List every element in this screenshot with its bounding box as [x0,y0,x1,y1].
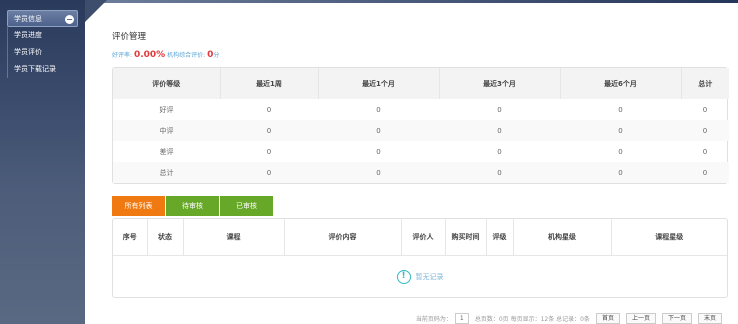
stats-cell: 0 [497,105,502,114]
sidebar-item-label: 学员评价 [14,48,42,56]
list-header: 序号 [113,219,148,256]
stats-cell: 0 [560,162,681,183]
list-header: 购买时间 [445,219,487,256]
last-page-button[interactable]: 末页 [697,313,722,324]
corner-decoration [85,0,107,22]
stats-row: 中评 0 0 0 0 0 [113,120,729,141]
list-header: 机构星级 [513,219,612,256]
list-header: 状态 [147,219,184,256]
sidebar-item-student-downloads[interactable]: 学员下载记录 [7,61,78,78]
review-list-table: 序号 状态 课程 评价内容 评价人 购买时间 评级 机构星级 课程星级 [113,219,727,256]
top-bar [85,0,738,3]
org-score-label: 机构综合评价: [167,52,206,59]
prev-page-button[interactable]: 上一页 [625,313,656,324]
list-header: 课程星级 [611,219,727,256]
stats-row: 总计 0 0 0 0 0 [113,162,729,183]
pagination: 当前页码为： 1 总页数：0页 每页显示：12条 总记录：0条 首页 上一页 下… [416,313,722,324]
stats-cell: 0 [220,162,318,183]
sidebar-item-label: 学员下载记录 [14,65,56,73]
stats-table: 评价等级 最近1周 最近1个月 最近3个月 最近6个月 总计 好评 0 0 0 … [113,68,729,183]
sidebar-item-label: 学员信息 [14,15,42,23]
stats-cell: 0 [376,105,381,114]
sidebar-item-student-info[interactable]: 学员信息 − [7,10,78,27]
stats-cell: 0 [318,162,439,183]
page-number-input[interactable]: 1 [454,313,469,324]
current-page-label: 当前页码为： [415,316,452,323]
stats-row: 好评 0 0 0 0 0 [113,99,729,120]
stats-cell: 中评 [113,120,220,141]
stats-cell: 0 [439,162,560,183]
collapse-icon[interactable]: − [65,15,74,24]
stats-cell: 总计 [113,162,220,183]
empty-state: ! 暂无记录 [113,256,727,298]
stats-header: 最近1周 [220,68,319,99]
stats-header: 评价等级 [113,68,221,99]
exclamation-icon: ! [396,269,411,284]
empty-text: 暂无记录 [415,272,444,281]
sidebar-item-student-progress[interactable]: 学员进度 [7,27,78,44]
stats-cell: 0 [618,147,623,156]
pager-info: 总页数：0页 每页显示：12条 总记录：0条 [474,316,590,323]
review-summary: 好评率: 0.00% 机构综合评价: 0分 [112,50,728,60]
good-rate-label: 好评率: [112,52,133,59]
good-rate-value: 0.00% [133,50,166,60]
list-header: 评价人 [401,219,446,256]
stats-cell: 0 [681,120,729,141]
stats-cell: 0 [266,147,272,156]
stats-cell: 0 [618,105,623,114]
stats-cell: 好评 [159,105,174,114]
stats-row: 差评 0 0 0 0 0 [113,141,729,162]
tab-all[interactable]: 所有列表 [112,196,166,216]
stats-cell: 0 [220,120,318,141]
first-page-button[interactable]: 首页 [595,313,620,324]
stats-cell: 0 [681,162,729,183]
stats-cell: 0 [376,147,381,156]
sidebar-item-label: 学员进度 [14,31,42,39]
stats-cell: 差评 [159,147,174,156]
stats-cell: 0 [560,120,681,141]
stats-panel: 评价等级 最近1周 最近1个月 最近3个月 最近6个月 总计 好评 0 0 0 … [112,67,729,184]
stats-header: 最近1个月 [318,68,440,99]
stats-cell: 0 [439,120,560,141]
tab-pending[interactable]: 待审核 [166,196,220,216]
stats-header-row: 评价等级 最近1周 最近1个月 最近3个月 最近6个月 总计 [113,68,729,99]
stats-header: 最近3个月 [439,68,561,99]
list-header: 评价内容 [284,219,402,256]
stats-cell: 0 [497,147,502,156]
sidebar-item-student-review[interactable]: 学员评价 [7,44,78,61]
stats-header: 总计 [681,68,729,99]
main-content: 评价管理 好评率: 0.00% 机构综合评价: 0分 评价等级 最近1周 最近1… [112,30,729,298]
stats-header: 最近6个月 [560,68,682,99]
org-score-unit: 分 [213,52,220,59]
tab-reviewed[interactable]: 已审核 [220,196,274,216]
next-page-button[interactable]: 下一页 [661,313,692,324]
stats-cell: 0 [702,105,708,114]
sidebar: 学员信息 − 学员进度 学员评价 学员下载记录 [0,0,85,324]
list-header: 评级 [486,219,514,256]
stats-cell: 0 [702,147,708,156]
list-header: 课程 [183,219,285,256]
stats-cell: 0 [266,105,272,114]
sidebar-menu: 学员信息 − 学员进度 学员评价 学员下载记录 [7,10,78,78]
filter-tabs: 所有列表 待审核 已审核 [112,196,728,216]
review-list-panel: 序号 状态 课程 评价内容 评价人 购买时间 评级 机构星级 课程星级 ! 暂无… [112,218,728,298]
stats-cell: 0 [318,120,439,141]
list-header-row: 序号 状态 课程 评价内容 评价人 购买时间 评级 机构星级 课程星级 [113,219,727,256]
page-title: 评价管理 [112,32,147,42]
